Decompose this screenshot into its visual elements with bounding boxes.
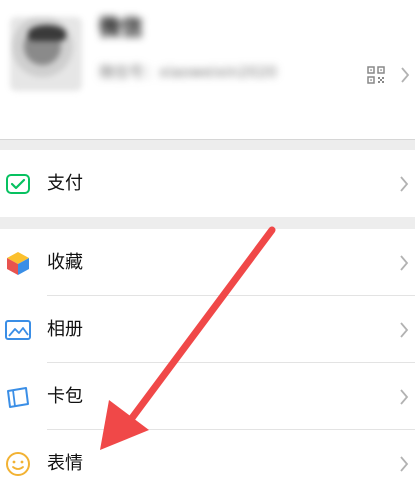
menu-item-label: 相册 [47, 319, 83, 340]
avatar[interactable] [10, 17, 82, 91]
chevron-right-icon [399, 455, 409, 473]
menu-item-stickers[interactable]: 表情 [0, 430, 415, 497]
chevron-right-icon [399, 254, 409, 272]
chevron-right-icon [399, 388, 409, 406]
album-icon [5, 320, 31, 340]
menu-item-label: 卡包 [47, 386, 83, 407]
qr-code-icon[interactable] [367, 66, 385, 84]
card-icon [7, 387, 29, 408]
chevron-right-icon [400, 66, 410, 84]
menu-item-album[interactable]: 相册 [0, 296, 415, 363]
menu-item-label: 支付 [47, 173, 83, 194]
menu-item-card[interactable]: 卡包 [0, 363, 415, 430]
profile-nickname: 微信 [99, 16, 144, 41]
sticker-icon [6, 452, 30, 476]
menu-item-label: 表情 [47, 453, 83, 474]
menu-item-pay[interactable]: 支付 [0, 150, 415, 217]
pay-icon [6, 174, 30, 194]
favorites-icon [7, 252, 29, 275]
menu-item-label: 收藏 [47, 252, 83, 273]
chevron-right-icon [399, 321, 409, 339]
menu-item-favorites[interactable]: 收藏 [0, 229, 415, 296]
chevron-right-icon [399, 175, 409, 193]
profile-wechat-id: 微信号：xiaoweixin2020 [99, 63, 277, 81]
profile-header[interactable]: 微信 微信号：xiaoweixin2020 [0, 0, 415, 140]
